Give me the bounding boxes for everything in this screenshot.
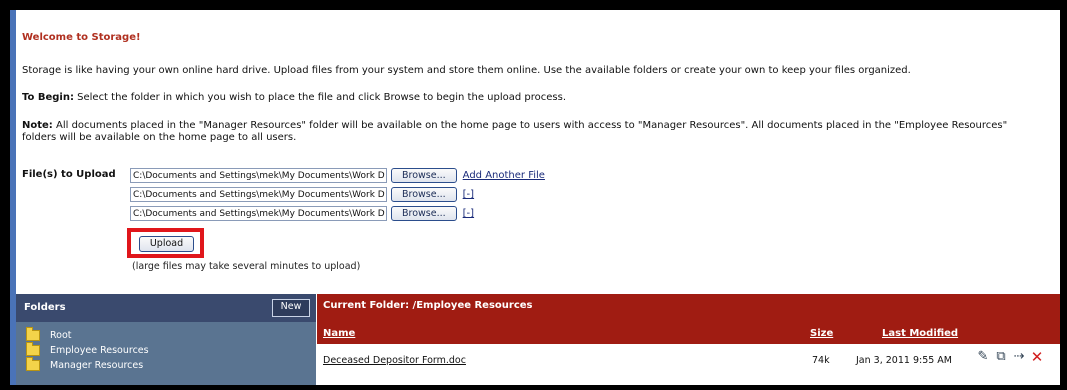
add-another-file-link[interactable]: Add Another File <box>463 170 545 181</box>
folder-item-root[interactable]: Root <box>26 327 72 341</box>
upload-highlight-box: Upload <box>127 228 204 258</box>
browse-button[interactable]: Browse... <box>391 168 457 183</box>
file-path-input[interactable]: C:\Documents and Settings\mek\My Documen… <box>130 168 387 183</box>
folder-item-employee-resources[interactable]: Employee Resources <box>26 342 149 356</box>
remove-file-link[interactable]: [-] <box>463 208 474 219</box>
folder-label: Manager Resources <box>50 360 144 371</box>
folder-item-manager-resources[interactable]: Manager Resources <box>26 357 144 371</box>
begin-label: To Begin: <box>22 92 74 103</box>
files-to-upload-label: File(s) to Upload <box>22 169 116 180</box>
folders-title: Folders <box>24 302 66 313</box>
new-folder-button[interactable]: New <box>272 299 310 317</box>
file-actions: ✎ ⧉ ⇢ ✕ <box>976 350 1044 365</box>
move-icon[interactable]: ⇢ <box>1012 350 1026 364</box>
file-upload-row: C:\Documents and Settings\mek\My Documen… <box>130 186 474 203</box>
note-text: All documents placed in the "Manager Res… <box>22 120 1008 143</box>
intro-text: Storage is like having your own online h… <box>22 65 911 76</box>
folders-list: Root Employee Resources Manager Resource… <box>16 322 316 385</box>
browse-button[interactable]: Browse... <box>391 206 457 221</box>
folders-header: Folders New <box>16 294 316 322</box>
remove-file-link[interactable]: [-] <box>463 189 474 200</box>
begin-text: Select the folder in which you wish to p… <box>73 92 566 103</box>
browse-button[interactable]: Browse... <box>391 187 457 202</box>
folder-label: Employee Resources <box>50 345 149 356</box>
current-folder-title: Current Folder: /Employee Resources <box>323 300 533 311</box>
column-header-last-modified[interactable]: Last Modified <box>882 328 958 339</box>
column-header-size[interactable]: Size <box>810 328 833 339</box>
storage-window: Welcome to Storage! Storage is like havi… <box>10 10 1060 385</box>
copy-icon[interactable]: ⧉ <box>994 350 1008 364</box>
open-folder-icon <box>26 342 40 356</box>
upload-button[interactable]: Upload <box>139 236 194 252</box>
welcome-title: Welcome to Storage! <box>22 32 141 43</box>
file-upload-row: C:\Documents and Settings\mek\My Documen… <box>130 167 545 184</box>
current-folder-header: Current Folder: /Employee Resources Name… <box>317 294 1060 344</box>
upload-size-note: (large files may take several minutes to… <box>132 261 361 272</box>
file-upload-row: C:\Documents and Settings\mek\My Documen… <box>130 205 474 222</box>
file-path-input[interactable]: C:\Documents and Settings\mek\My Documen… <box>130 206 387 221</box>
file-name-link[interactable]: Deceased Depositor Form.doc <box>323 355 466 366</box>
file-modified: Jan 3, 2011 9:55 AM <box>856 355 952 366</box>
note-label: Note: <box>22 120 53 131</box>
file-path-input[interactable]: C:\Documents and Settings\mek\My Documen… <box>130 187 387 202</box>
begin-paragraph: To Begin: Select the folder in which you… <box>22 92 566 103</box>
folder-icon <box>26 327 40 341</box>
delete-icon[interactable]: ✕ <box>1030 350 1044 365</box>
file-size: 74k <box>812 355 830 366</box>
folder-label: Root <box>50 330 72 341</box>
note-paragraph: Note: All documents placed in the "Manag… <box>22 120 1042 144</box>
edit-icon[interactable]: ✎ <box>976 350 990 364</box>
column-header-name[interactable]: Name <box>323 328 355 339</box>
folder-icon <box>26 357 40 371</box>
